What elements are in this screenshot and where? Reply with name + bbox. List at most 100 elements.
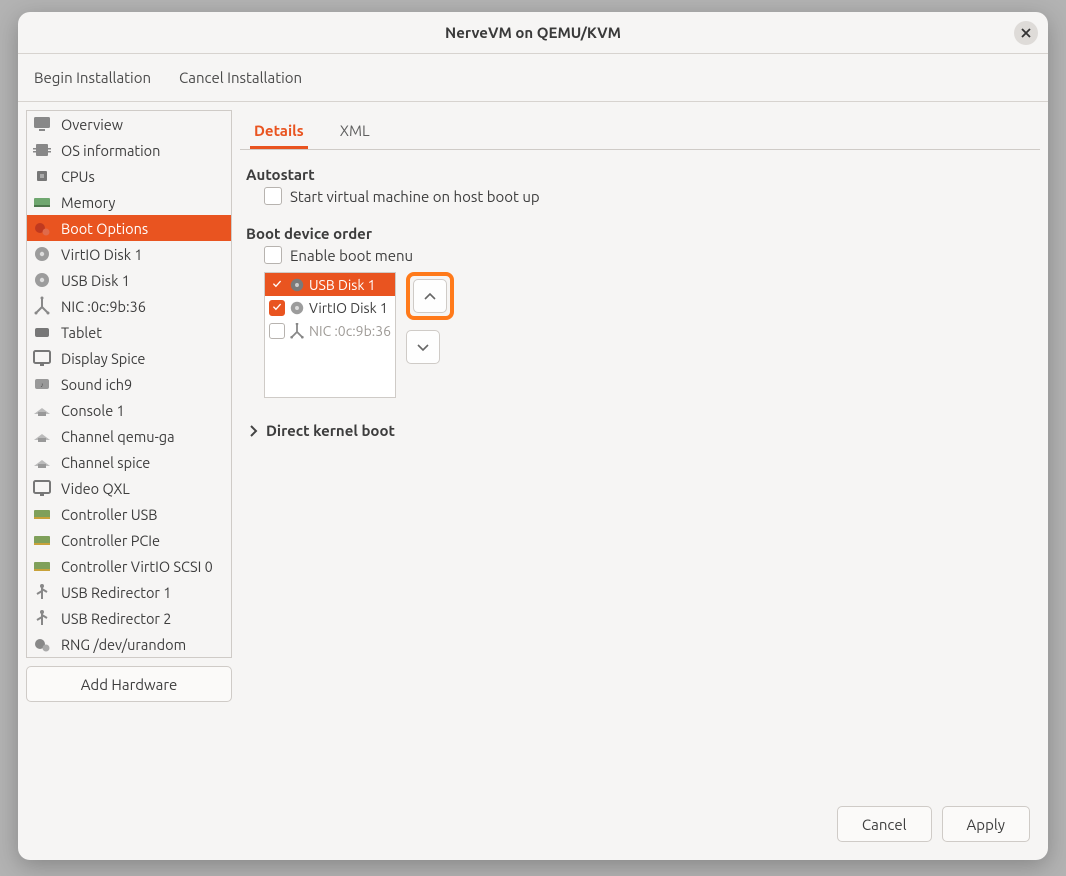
sidebar-item-channel-qemu-ga[interactable]: Channel qemu-ga	[27, 423, 231, 449]
autostart-label: Start virtual machine on host boot up	[290, 188, 540, 205]
disk-icon	[289, 277, 305, 293]
hardware-sidebar: Overview OS information CPUs Memory Boot Opt…	[26, 110, 232, 658]
autostart-checkbox[interactable]	[264, 187, 282, 205]
boot-device-row[interactable]: USB Disk 1	[265, 273, 395, 296]
tablet-icon	[31, 321, 53, 343]
disk-icon	[289, 300, 305, 316]
boot-device-row[interactable]: VirtIO Disk 1	[265, 296, 395, 319]
chip-icon	[31, 139, 53, 161]
port-icon	[31, 451, 53, 473]
sidebar-item-label: Display Spice	[61, 350, 145, 367]
details-pane: Autostart Start virtual machine on host …	[240, 150, 1040, 796]
sidebar-item-virtio-disk-1[interactable]: VirtIO Disk 1	[27, 241, 231, 267]
boot-device-checkbox[interactable]	[269, 300, 285, 316]
sidebar-item-controller-virtio-scsi-0[interactable]: Controller VirtIO SCSI 0	[27, 553, 231, 579]
nic-icon	[31, 295, 53, 317]
gears-icon	[31, 217, 53, 239]
sidebar-item-label: Boot Options	[61, 220, 148, 237]
sidebar-item-usb-redirector-2[interactable]: USB Redirector 2	[27, 605, 231, 631]
usb-icon	[31, 581, 53, 603]
ram-icon	[31, 191, 53, 213]
add-hardware-button[interactable]: Add Hardware	[26, 666, 232, 702]
boot-device-row[interactable]: NIC :0c:9b:36	[265, 319, 395, 342]
direct-kernel-boot-expander[interactable]: Direct kernel boot	[246, 422, 1034, 439]
sidebar-item-channel-spice[interactable]: Channel spice	[27, 449, 231, 475]
sidebar-item-label: CPUs	[61, 168, 95, 185]
sidebar-item-usb-redirector-1[interactable]: USB Redirector 1	[27, 579, 231, 605]
boot-order-arrows	[406, 272, 454, 364]
hardware-list[interactable]: Overview OS information CPUs Memory Boot Opt…	[27, 111, 231, 657]
boot-device-label: NIC :0c:9b:36	[309, 323, 391, 339]
boot-device-checkbox[interactable]	[269, 323, 285, 339]
sidebar-item-usb-disk-1[interactable]: USB Disk 1	[27, 267, 231, 293]
sidebar-item-label: Channel spice	[61, 454, 150, 471]
window-title: NerveVM on QEMU/KVM	[445, 24, 621, 41]
chevron-right-icon	[246, 423, 260, 439]
sidebar-item-boot-options[interactable]: Boot Options	[27, 215, 231, 241]
footer: Cancel Apply	[240, 796, 1040, 852]
ctrl-icon	[31, 529, 53, 551]
boot-device-label: USB Disk 1	[309, 277, 376, 293]
sidebar-item-controller-pcie[interactable]: Controller PCIe	[27, 527, 231, 553]
vm-settings-window: NerveVM on QEMU/KVM Begin Installation C…	[18, 12, 1048, 860]
sidebar-item-label: USB Redirector 2	[61, 610, 171, 627]
install-toolbar: Begin Installation Cancel Installation	[18, 54, 1048, 102]
enable-boot-menu-checkbox[interactable]	[264, 246, 282, 264]
sidebar-item-label: Console 1	[61, 402, 125, 419]
display-icon	[31, 477, 53, 499]
sidebar-item-video-qxl[interactable]: Video QXL	[27, 475, 231, 501]
ctrl-icon	[31, 503, 53, 525]
sidebar-item-label: Overview	[61, 116, 123, 133]
tab-details[interactable]: Details	[250, 122, 308, 149]
sidebar-item-label: USB Redirector 1	[61, 584, 171, 601]
detail-tabs: Details XML	[240, 110, 1040, 150]
port-icon	[31, 425, 53, 447]
close-icon	[1020, 27, 1032, 39]
sidebar-item-cpus[interactable]: CPUs	[27, 163, 231, 189]
sidebar-item-console-1[interactable]: Console 1	[27, 397, 231, 423]
sidebar-item-label: Channel qemu-ga	[61, 428, 175, 445]
sidebar-item-label: Controller USB	[61, 506, 157, 523]
port-icon	[31, 399, 53, 421]
chevron-up-icon	[421, 289, 439, 303]
cancel-installation-button[interactable]: Cancel Installation	[179, 69, 302, 86]
sidebar-item-label: Controller PCIe	[61, 532, 160, 549]
sidebar-item-tablet[interactable]: Tablet	[27, 319, 231, 345]
boot-device-list[interactable]: USB Disk 1 VirtIO Disk 1 NIC :0c:9b:36	[264, 272, 396, 398]
sidebar-item-label: USB Disk 1	[61, 272, 130, 289]
sidebar-item-label: Controller VirtIO SCSI 0	[61, 558, 213, 575]
move-up-highlight	[406, 272, 454, 320]
move-down-button[interactable]	[406, 330, 440, 364]
boot-device-checkbox[interactable]	[269, 277, 285, 293]
sound-icon	[31, 373, 53, 395]
move-up-button[interactable]	[413, 279, 447, 313]
nic-icon	[289, 323, 305, 339]
boot-device-label: VirtIO Disk 1	[309, 300, 388, 316]
sidebar-item-memory[interactable]: Memory	[27, 189, 231, 215]
sidebar-item-rng-dev-urandom[interactable]: RNG /dev/urandom	[27, 631, 231, 657]
display-icon	[31, 347, 53, 369]
cancel-button[interactable]: Cancel	[837, 806, 932, 842]
sidebar-item-controller-usb[interactable]: Controller USB	[27, 501, 231, 527]
chevron-down-icon	[414, 340, 432, 354]
disk-icon	[31, 243, 53, 265]
sidebar-item-nic-0c-9b-36[interactable]: NIC :0c:9b:36	[27, 293, 231, 319]
tab-xml[interactable]: XML	[336, 122, 374, 149]
autostart-heading: Autostart	[246, 166, 1034, 183]
sidebar-item-overview[interactable]: Overview	[27, 111, 231, 137]
sidebar-item-label: Sound ich9	[61, 376, 132, 393]
body: Overview OS information CPUs Memory Boot Opt…	[18, 102, 1048, 860]
close-button[interactable]	[1014, 21, 1038, 45]
monitor-icon	[31, 113, 53, 135]
sidebar-item-os-information[interactable]: OS information	[27, 137, 231, 163]
sidebar-item-sound-ich9[interactable]: Sound ich9	[27, 371, 231, 397]
gears-icon	[31, 633, 53, 655]
titlebar: NerveVM on QEMU/KVM	[18, 12, 1048, 54]
sidebar-item-display-spice[interactable]: Display Spice	[27, 345, 231, 371]
sidebar-item-label: Tablet	[61, 324, 102, 341]
apply-button[interactable]: Apply	[942, 806, 1030, 842]
begin-installation-button[interactable]: Begin Installation	[34, 69, 151, 86]
boot-order-heading: Boot device order	[246, 225, 1034, 242]
sidebar-item-label: VirtIO Disk 1	[61, 246, 143, 263]
enable-boot-menu-label: Enable boot menu	[290, 247, 413, 264]
